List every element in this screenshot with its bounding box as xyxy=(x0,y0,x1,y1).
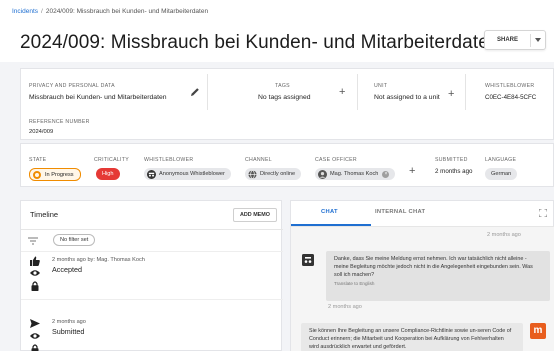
send-icon xyxy=(30,319,40,328)
state-label: STATE xyxy=(29,157,47,163)
whistleblower-label: WHISTLEBLOWER xyxy=(144,157,194,163)
avatar: m xyxy=(530,323,546,339)
incident-status-card: STATE In Progress CRITICALITY High WHIST… xyxy=(20,143,554,187)
case-officer-label: CASE OFFICER xyxy=(315,157,357,163)
case-officer-value: Mag. Thomas Koch xyxy=(330,171,379,177)
timeline-entry-meta: 2 months ago by: Mag. Thomas Koch xyxy=(52,257,145,263)
lock-icon xyxy=(31,344,39,351)
submitted-label: SUBMITTED xyxy=(435,157,468,163)
whistleblower-id-value: C0EC-4E84-5CFC xyxy=(485,94,537,101)
chevron-down-icon[interactable] xyxy=(535,38,541,42)
divider xyxy=(357,74,358,110)
message-text: Sie können Ihre Begleitung an unsere Com… xyxy=(309,328,512,350)
state-value: In Progress xyxy=(45,171,74,178)
add-unit-icon[interactable]: + xyxy=(448,89,454,100)
whistleblower-chip: Anonymous Whistleblower xyxy=(144,168,231,180)
outgoing-message-bubble: Sie können Ihre Begleitung an unsere Com… xyxy=(301,323,523,351)
header: Incidents/2024/009: Missbrauch bei Kunde… xyxy=(0,0,554,62)
add-officer-icon[interactable]: + xyxy=(409,166,415,177)
expand-icon[interactable] xyxy=(539,209,547,217)
translate-link[interactable]: Translate to English xyxy=(334,280,542,288)
timeline-title: Timeline xyxy=(30,210,59,219)
add-memo-button[interactable]: ADD MEMO xyxy=(233,208,277,222)
breadcrumb-separator: / xyxy=(41,8,43,15)
filter-chip[interactable]: No filter set xyxy=(53,234,96,246)
breadcrumb-incidents-link[interactable]: Incidents xyxy=(12,8,38,15)
tab-chat[interactable]: CHAT xyxy=(321,209,338,215)
reference-number-value: 2024/009 xyxy=(29,129,54,135)
language-value: German xyxy=(491,171,512,177)
timeline-entry-text: Accepted xyxy=(52,265,82,274)
channel-value: Directly online xyxy=(260,171,296,177)
lock-icon xyxy=(31,281,39,291)
breadcrumb-current: 2024/009: Missbrauch bei Kunden- und Mit… xyxy=(45,8,209,15)
filter-icon[interactable] xyxy=(28,237,38,245)
whistleblower-id-label: WHISTLEBLOWER xyxy=(485,83,535,89)
case-officer-chip[interactable]: Mag. Thomas Koch × xyxy=(315,168,396,180)
divider xyxy=(465,74,466,110)
page-title: 2024/009: Missbrauch bei Kunden- und Mit… xyxy=(20,32,500,53)
share-button-label: SHARE xyxy=(497,37,519,43)
share-button[interactable]: SHARE xyxy=(484,30,546,50)
divider xyxy=(207,74,208,110)
divider xyxy=(21,299,283,300)
state-chip[interactable]: In Progress xyxy=(29,168,81,181)
add-tag-icon[interactable]: + xyxy=(339,87,345,98)
language-chip[interactable]: German xyxy=(485,168,518,180)
progress-icon xyxy=(33,170,41,179)
eye-icon xyxy=(30,333,40,339)
unit-label: UNIT xyxy=(374,83,388,89)
incident-info-card: PRIVACY AND PERSONAL DATA Missbrauch bei… xyxy=(20,68,554,140)
criticality-value: High xyxy=(102,171,114,177)
tags-value: No tags assigned xyxy=(258,94,311,101)
tags-label: TAGS xyxy=(275,83,290,89)
eye-icon xyxy=(30,270,40,276)
tab-internal-chat[interactable]: INTERNAL CHAT xyxy=(375,209,425,215)
reference-number-label: REFERENCE NUMBER xyxy=(29,119,90,125)
incoming-message-bubble: Danke, dass Sie meine Meldung ernst nehm… xyxy=(326,251,550,301)
channel-chip: Directly online xyxy=(245,168,302,180)
filter-value: No filter set xyxy=(60,237,89,243)
whistleblower-value: Anonymous Whistleblower xyxy=(159,171,225,177)
message-timestamp: 2 months ago xyxy=(328,304,362,310)
category-label: PRIVACY AND PERSONAL DATA xyxy=(29,83,115,89)
share-button-divider xyxy=(530,34,531,47)
globe-icon xyxy=(248,169,257,179)
timeline-entry-text: Submitted xyxy=(52,327,85,336)
avatar xyxy=(318,169,327,179)
chat-panel: CHAT INTERNAL CHAT 2 months ago Danke, d… xyxy=(290,200,554,351)
submitted-value: 2 months ago xyxy=(435,168,473,175)
message-text: Danke, dass Sie meine Meldung ernst nehm… xyxy=(334,256,533,278)
incognito-icon xyxy=(302,254,314,266)
unit-value: Not assigned to a unit xyxy=(374,94,440,101)
timeline-entry-meta: 2 months ago xyxy=(52,319,86,325)
incognito-icon xyxy=(147,169,156,179)
divider xyxy=(21,229,283,230)
language-label: LANGUAGE xyxy=(485,157,517,163)
criticality-label: CRITICALITY xyxy=(94,157,130,163)
criticality-chip[interactable]: High xyxy=(96,168,120,180)
message-timestamp: 2 months ago xyxy=(487,232,521,238)
breadcrumb: Incidents/2024/009: Missbrauch bei Kunde… xyxy=(12,8,208,15)
divider xyxy=(21,251,283,252)
thumbs-up-icon xyxy=(30,256,40,266)
remove-officer-icon[interactable]: × xyxy=(382,170,390,178)
pencil-icon[interactable] xyxy=(190,87,200,97)
channel-label: CHANNEL xyxy=(245,157,272,163)
category-value: Missbrauch bei Kunden- und Mitarbeiterda… xyxy=(29,94,167,101)
timeline-panel: Timeline ADD MEMO No filter set 2 months… xyxy=(20,200,283,351)
